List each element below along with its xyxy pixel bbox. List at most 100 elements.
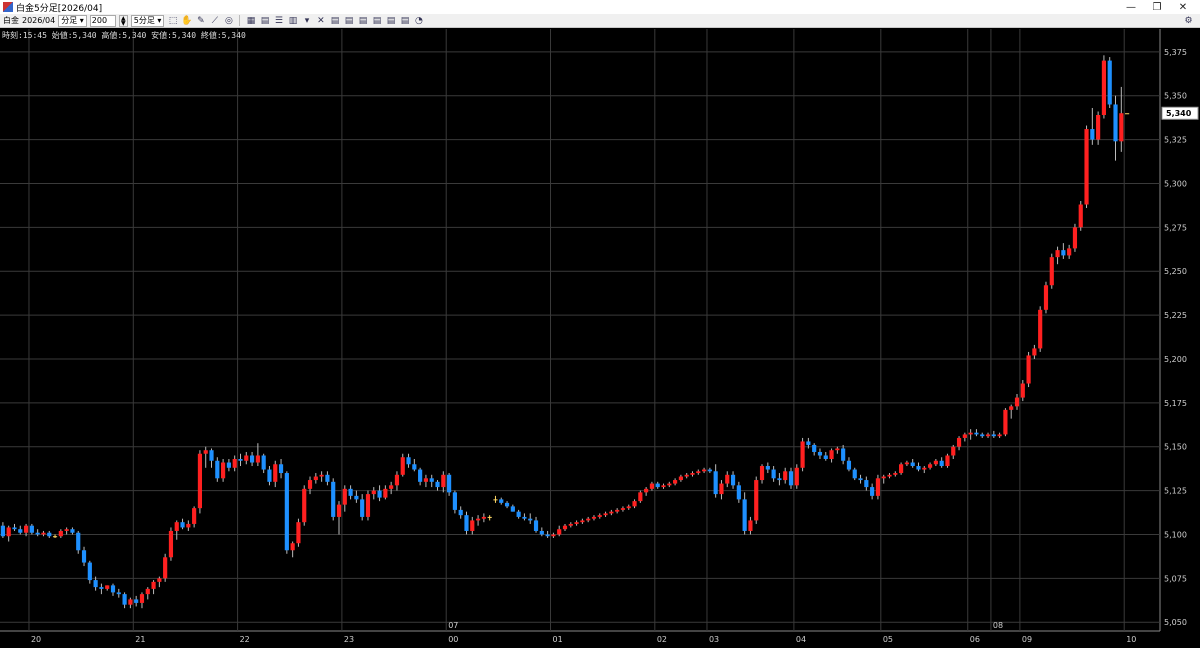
chart-type-icon-3[interactable]: ▤ bbox=[357, 15, 368, 26]
candle-body bbox=[423, 478, 429, 482]
candle-body bbox=[516, 511, 521, 517]
candle-body bbox=[504, 502, 510, 507]
candle-body bbox=[962, 434, 967, 438]
candle-body bbox=[725, 474, 730, 484]
candle-body bbox=[690, 473, 695, 475]
chart-type-icon-4[interactable]: ▤ bbox=[371, 15, 382, 26]
candle-body bbox=[122, 594, 127, 605]
y-tick-label: 5,375 bbox=[1164, 48, 1187, 57]
window-title: 白金5分足[2026/04] bbox=[16, 3, 103, 14]
candle-body bbox=[597, 515, 602, 517]
candle-body bbox=[632, 501, 637, 507]
draw-line-icon[interactable]: ⟋ bbox=[209, 15, 220, 26]
candle-body bbox=[910, 462, 915, 467]
candle-body bbox=[221, 462, 226, 479]
candle-body bbox=[1107, 60, 1112, 105]
candle-body bbox=[754, 480, 759, 521]
close-icon[interactable]: ✕ bbox=[1170, 0, 1196, 14]
count-spinner[interactable]: ▲ ▼ bbox=[118, 14, 128, 27]
candle-body bbox=[922, 467, 927, 470]
candle-body bbox=[6, 527, 11, 537]
candle-body bbox=[557, 529, 562, 535]
candle-body bbox=[985, 434, 991, 437]
unit-select[interactable]: 分足 ▾ bbox=[58, 14, 87, 27]
candle-body bbox=[1020, 383, 1025, 398]
interval-select[interactable]: 5分足 ▾ bbox=[130, 14, 165, 27]
candle-body bbox=[974, 432, 979, 435]
candle-body bbox=[615, 509, 620, 512]
candle-body bbox=[649, 483, 655, 489]
candle-body bbox=[145, 588, 150, 595]
bar-chart-icon[interactable]: ▥ bbox=[287, 15, 298, 26]
candle-body bbox=[23, 525, 29, 533]
candle-body bbox=[174, 522, 179, 531]
contract-month[interactable]: 2026/04 bbox=[22, 16, 55, 25]
candle-body bbox=[528, 518, 533, 521]
grid-icon[interactable]: ▦ bbox=[245, 15, 256, 26]
x-tick-label: 22 bbox=[240, 635, 250, 644]
candle-body bbox=[406, 457, 411, 465]
y-tick-label: 5,225 bbox=[1164, 311, 1187, 320]
settings-icon[interactable]: ⚙ bbox=[1183, 15, 1194, 26]
candle-body bbox=[644, 488, 649, 493]
candle-body bbox=[719, 483, 724, 495]
candle-body bbox=[52, 536, 58, 538]
table-icon[interactable]: ▤ bbox=[259, 15, 270, 26]
pen-icon[interactable]: ✎ bbox=[195, 15, 206, 26]
y-tick-label: 5,250 bbox=[1164, 267, 1187, 276]
candle-body bbox=[209, 450, 214, 461]
refresh-icon[interactable]: ◎ bbox=[223, 15, 234, 26]
sync-icon[interactable]: ◔ bbox=[413, 15, 424, 26]
candle-body bbox=[817, 451, 823, 456]
candle-body bbox=[284, 473, 289, 551]
candlestick-chart[interactable]: 5,050 5,075 5,100 5,125 5,150 5,175 5,200 5,225… bbox=[0, 29, 1200, 645]
candle-body bbox=[360, 499, 365, 517]
candle-body bbox=[620, 508, 626, 510]
y-tick-label: 5,125 bbox=[1164, 487, 1187, 496]
chart-type-icon-2[interactable]: ▤ bbox=[343, 15, 354, 26]
candle-body bbox=[881, 476, 886, 479]
y-tick-label: 5,350 bbox=[1164, 92, 1187, 101]
chart-type-icon-6[interactable]: ▤ bbox=[399, 15, 410, 26]
candle-body bbox=[163, 557, 168, 579]
maximize-icon[interactable]: ❐ bbox=[1144, 0, 1170, 14]
candle-body bbox=[93, 580, 98, 588]
product-label[interactable]: 白金 bbox=[3, 15, 19, 26]
candle-body bbox=[997, 434, 1002, 437]
candle-body bbox=[377, 490, 382, 498]
candle-body bbox=[261, 455, 266, 470]
candle-body bbox=[267, 469, 272, 482]
candle-body bbox=[1101, 60, 1107, 115]
candle-body bbox=[105, 585, 110, 589]
select-cursor-icon[interactable]: ⬚ bbox=[167, 15, 178, 26]
candle-body bbox=[904, 462, 909, 465]
candle-body bbox=[139, 594, 145, 603]
chart-svg[interactable]: 5,050 5,075 5,100 5,125 5,150 5,175 5,200 5,225… bbox=[0, 29, 1200, 645]
candle-body bbox=[661, 485, 666, 488]
chart-type-icon-5[interactable]: ▤ bbox=[385, 15, 396, 26]
candle-body bbox=[499, 499, 504, 503]
candle-body bbox=[1032, 348, 1037, 356]
candle-body bbox=[157, 578, 162, 582]
minimize-icon[interactable]: — bbox=[1118, 0, 1144, 14]
dropdown-icon[interactable]: ▾ bbox=[301, 15, 312, 26]
chart-type-icon-1[interactable]: ▤ bbox=[329, 15, 340, 26]
x-tick-label: 07 bbox=[448, 621, 458, 630]
candle-body bbox=[47, 532, 52, 537]
candle-body bbox=[418, 469, 423, 482]
app-icon bbox=[3, 2, 13, 12]
candle-body bbox=[87, 562, 92, 581]
y-tick-label: 5,075 bbox=[1164, 574, 1187, 583]
indicator-icon[interactable]: ✕ bbox=[315, 15, 326, 26]
candle-body bbox=[290, 543, 295, 551]
hand-icon[interactable]: ✋ bbox=[181, 15, 192, 26]
candle-body bbox=[435, 481, 440, 488]
count-input[interactable]: 200 bbox=[89, 14, 116, 27]
candle-body bbox=[307, 480, 313, 489]
candle-body bbox=[58, 530, 63, 537]
candle-body bbox=[429, 478, 434, 482]
x-tick-label: 04 bbox=[796, 635, 806, 644]
candle-body bbox=[319, 474, 324, 477]
candle-body bbox=[70, 529, 75, 533]
list-icon[interactable]: ☰ bbox=[273, 15, 284, 26]
